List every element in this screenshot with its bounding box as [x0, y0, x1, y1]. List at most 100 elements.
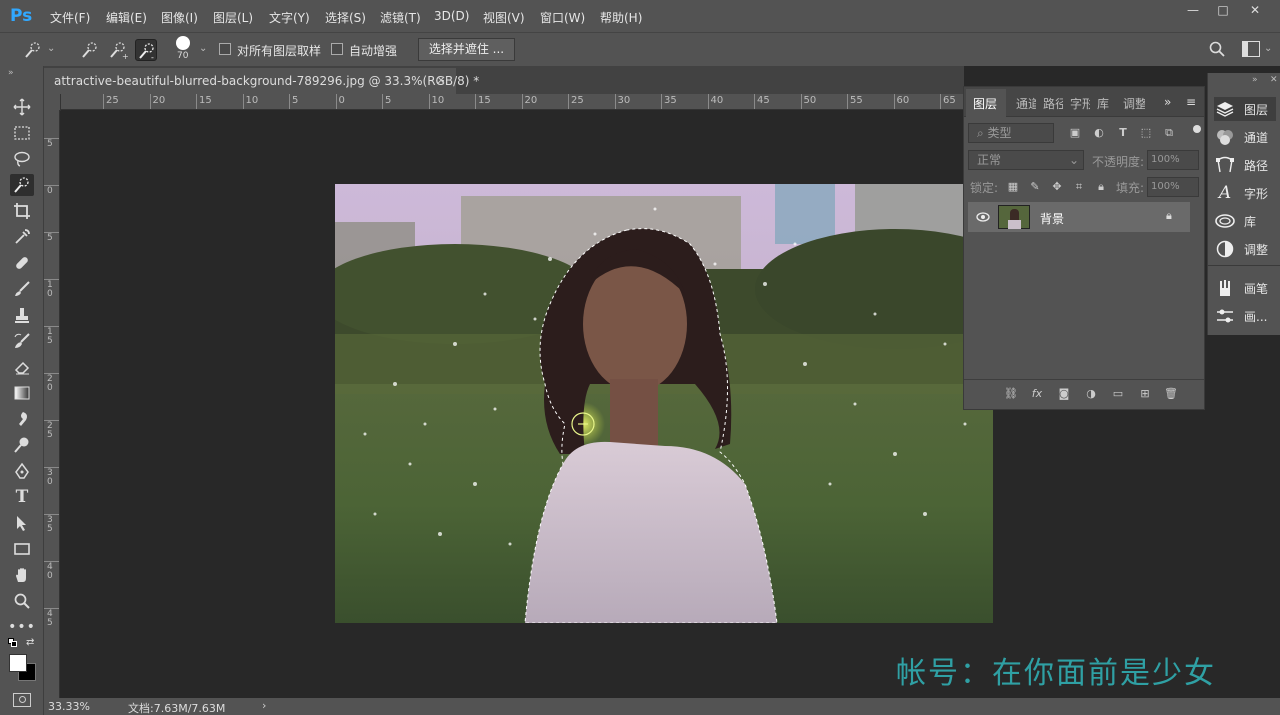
layer-style-icon[interactable]: fx: [1030, 387, 1044, 401]
brush-tool[interactable]: [10, 278, 34, 300]
filter-type-icon[interactable]: T: [1116, 126, 1130, 140]
eyedropper-tool[interactable]: [10, 226, 34, 248]
close-tab-icon[interactable]: ×: [436, 73, 446, 87]
delete-layer-icon[interactable]: 🗑︎: [1164, 387, 1178, 401]
search-icon[interactable]: [1208, 40, 1226, 58]
path-selection-tool[interactable]: [10, 512, 34, 534]
blend-mode-select[interactable]: 正常 ⌄: [968, 150, 1084, 170]
fill-input[interactable]: 100%: [1147, 177, 1199, 197]
zoom-level[interactable]: 33.33%: [48, 700, 90, 713]
menu-file[interactable]: 文件(F): [50, 9, 90, 26]
workspace-icon[interactable]: [1242, 41, 1260, 57]
new-adjustment-icon[interactable]: ◑: [1084, 387, 1098, 401]
add-mask-icon[interactable]: ◙: [1057, 387, 1071, 401]
close-button[interactable]: ✕: [1240, 3, 1270, 21]
dock-collapse-icon[interactable]: »: [1252, 75, 1258, 85]
foreground-color-swatch[interactable]: [9, 654, 27, 672]
auto-enhance-checkbox[interactable]: [331, 43, 343, 55]
history-brush-tool[interactable]: [10, 330, 34, 352]
status-menu-arrow-icon[interactable]: ›: [262, 699, 266, 712]
dock-brushes[interactable]: 画笔: [1214, 276, 1276, 300]
rectangle-tool[interactable]: [10, 538, 34, 560]
filter-smart-object-icon[interactable]: ⧉: [1162, 126, 1176, 140]
menu-image[interactable]: 图像(I): [161, 9, 198, 26]
quick-mask-icon[interactable]: [13, 693, 31, 707]
panel-expand-icon[interactable]: »: [1164, 95, 1171, 109]
maximize-button[interactable]: □: [1208, 3, 1238, 21]
swap-colors-icon[interactable]: ⇄: [26, 637, 34, 648]
lock-artboard-icon[interactable]: ⌗: [1072, 180, 1086, 194]
link-layers-icon[interactable]: ⛓︎: [1004, 387, 1018, 401]
tab-channels[interactable]: 通道: [1016, 95, 1036, 112]
panel-menu-icon[interactable]: ≡: [1186, 95, 1196, 109]
lasso-tool[interactable]: [10, 148, 34, 170]
lock-transparent-icon[interactable]: ▦: [1006, 180, 1020, 194]
tab-glyphs[interactable]: 字形: [1070, 95, 1090, 112]
dock-paths[interactable]: 路径: [1214, 153, 1276, 177]
filter-pixel-icon[interactable]: ▣: [1068, 126, 1082, 140]
toolbar-collapse-icon[interactable]: »: [8, 68, 14, 78]
document-image[interactable]: [335, 184, 993, 623]
eraser-tool[interactable]: [10, 356, 34, 378]
document-tab[interactable]: attractive-beautiful-blurred-background-…: [44, 68, 479, 94]
dock-layers[interactable]: 图层: [1214, 97, 1276, 121]
workspace-chevron-icon[interactable]: ⌄: [1264, 43, 1272, 54]
menu-filter[interactable]: 滤镜(T): [380, 9, 421, 26]
dock-close-icon[interactable]: ✕: [1270, 75, 1278, 85]
add-to-selection-button[interactable]: +: [107, 39, 129, 61]
dock-adjustments[interactable]: 调整: [1214, 237, 1276, 261]
lock-all-icon[interactable]: 🔒︎: [1094, 180, 1108, 194]
select-and-mask-button[interactable]: 选择并遮住 ...: [418, 38, 515, 61]
layer-filter-select[interactable]: ⌕ 类型: [968, 123, 1054, 143]
healing-brush-tool[interactable]: [10, 252, 34, 274]
layer-row-background[interactable]: 背景 🔒︎: [968, 202, 1190, 232]
menu-window[interactable]: 窗口(W): [540, 9, 585, 26]
ruler-origin[interactable]: [44, 94, 61, 111]
dock-glyphs[interactable]: A 字形: [1214, 181, 1276, 205]
menu-view[interactable]: 视图(V): [483, 9, 525, 26]
menu-select[interactable]: 选择(S): [325, 9, 366, 26]
eye-icon[interactable]: [976, 211, 990, 223]
type-tool[interactable]: T: [10, 486, 34, 508]
tab-paths[interactable]: 路径: [1043, 95, 1063, 112]
blur-tool[interactable]: [10, 408, 34, 430]
tab-libraries[interactable]: 库: [1097, 95, 1109, 112]
marquee-tool[interactable]: [10, 122, 34, 144]
dock-libraries[interactable]: 库: [1214, 209, 1276, 233]
quick-selection-tool[interactable]: [10, 174, 34, 196]
dodge-tool[interactable]: [10, 434, 34, 456]
menu-type[interactable]: 文字(Y): [269, 9, 310, 26]
clone-stamp-tool[interactable]: [10, 304, 34, 326]
pen-tool[interactable]: [10, 460, 34, 482]
brush-tip-icon[interactable]: [176, 36, 190, 50]
opacity-input[interactable]: 100%: [1147, 150, 1199, 170]
default-colors-icon[interactable]: [8, 638, 18, 648]
new-selection-button[interactable]: [79, 39, 101, 61]
filter-adjustment-icon[interactable]: ◐: [1092, 126, 1106, 140]
zoom-tool[interactable]: [10, 590, 34, 612]
crop-tool[interactable]: [10, 200, 34, 222]
more-tools[interactable]: •••: [8, 616, 35, 638]
menu-3d[interactable]: 3D(D): [434, 9, 469, 23]
minimize-button[interactable]: —: [1178, 3, 1208, 21]
brush-picker-chevron-icon[interactable]: ⌄: [199, 43, 207, 54]
lock-image-icon[interactable]: ✎: [1028, 180, 1042, 194]
filter-shape-icon[interactable]: ⬚: [1139, 126, 1153, 140]
lock-position-icon[interactable]: ✥: [1050, 180, 1064, 194]
new-group-icon[interactable]: ▭: [1111, 387, 1125, 401]
hand-tool[interactable]: [10, 564, 34, 586]
filter-toggle[interactable]: [1193, 125, 1201, 133]
move-tool[interactable]: [10, 96, 34, 118]
menu-layer[interactable]: 图层(L): [213, 9, 253, 26]
sample-all-layers-checkbox[interactable]: [219, 43, 231, 55]
menu-help[interactable]: 帮助(H): [600, 9, 642, 26]
subtract-from-selection-button[interactable]: -: [135, 39, 157, 62]
chevron-down-icon[interactable]: ⌄: [47, 43, 55, 54]
tool-preset-picker[interactable]: [22, 39, 44, 61]
menu-edit[interactable]: 编辑(E): [106, 9, 147, 26]
tab-adjustments[interactable]: 调整: [1123, 95, 1145, 112]
dock-channels[interactable]: 通道: [1214, 125, 1276, 149]
gradient-tool[interactable]: [10, 382, 34, 404]
dock-brush-settings[interactable]: 画...: [1214, 304, 1276, 328]
tab-layers[interactable]: 图层: [973, 95, 997, 112]
